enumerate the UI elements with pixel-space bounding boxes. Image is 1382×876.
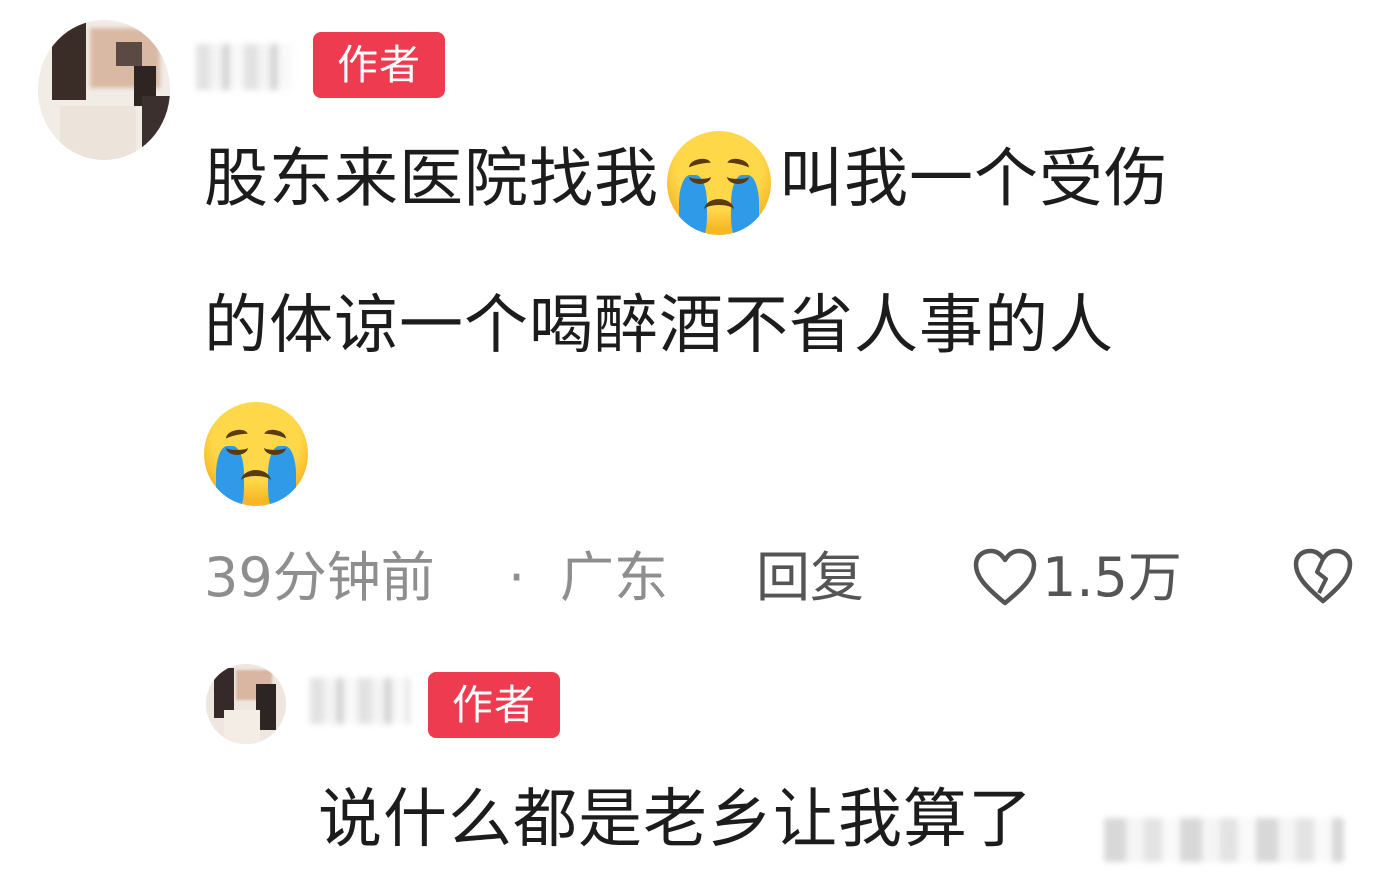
author-badge: 作者 [428,672,560,738]
avatar[interactable] [38,20,170,160]
comment-text-line-3 [204,402,308,506]
comment-location: 广东 [560,546,668,609]
comment-text-line-1: 股东来医院找我 叫我一个受伤 [204,131,1169,235]
reply-button[interactable]: 回复 [756,546,864,610]
username-redacted[interactable] [196,44,292,90]
like-button[interactable]: 1.5万 [972,546,1182,610]
like-count: 1.5万 [1042,546,1182,609]
redacted-overlay [1104,818,1344,862]
comment-text-line-2: 的体谅一个喝醉酒不省人事的人 [204,289,1114,363]
heart-icon [972,548,1038,608]
dislike-button[interactable] [1292,548,1354,606]
username-redacted[interactable] [310,678,410,724]
meta-separator: · [508,546,526,609]
comment-text-segment: 叫我一个受伤 [779,142,1169,217]
broken-heart-icon [1293,548,1353,604]
comment-text-segment: 股东来医院找我 [204,142,659,217]
author-badge: 作者 [313,32,445,98]
loudly-crying-face-icon [204,402,308,506]
comment-text: 说什么都是老乡让我算了 [318,783,1033,857]
avatar[interactable] [206,664,286,744]
loudly-crying-face-icon [667,131,771,235]
comment-time: 39分钟前 [204,546,435,609]
